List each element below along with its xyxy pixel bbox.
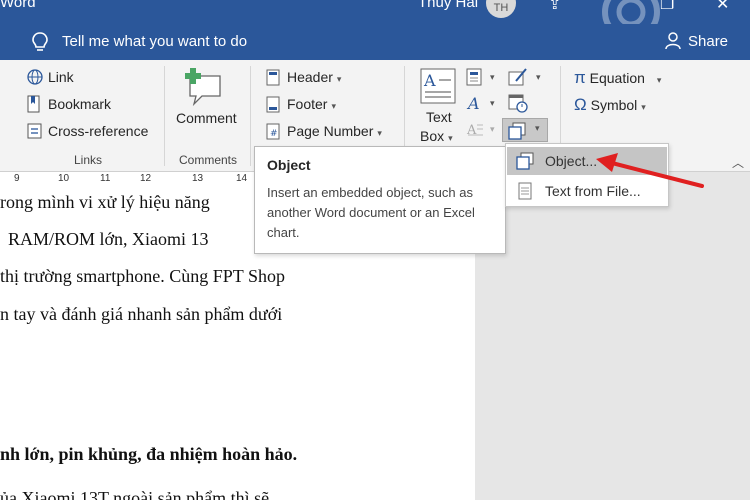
footer-icon xyxy=(266,96,280,113)
page-number-button[interactable]: Page Number ▾ xyxy=(287,123,382,139)
user-name[interactable]: Thuy Hai xyxy=(418,0,478,11)
close-icon[interactable]: ✕ xyxy=(716,0,729,14)
bookmark-icon xyxy=(27,95,40,113)
chevron-down-icon: ▾ xyxy=(641,102,646,112)
object-tooltip: Object Insert an embedded object, such a… xyxy=(254,146,506,254)
chevron-down-icon: ▾ xyxy=(535,123,540,133)
drop-cap-icon[interactable]: A xyxy=(466,120,484,138)
symbol-label: Symbol xyxy=(590,97,638,113)
quick-parts-icon[interactable] xyxy=(466,68,482,86)
header-label: Header xyxy=(287,69,333,85)
group-divider xyxy=(164,66,165,166)
lightbulb-icon xyxy=(32,32,48,51)
svg-text:A: A xyxy=(466,94,480,112)
footer-label: Footer xyxy=(287,96,328,112)
chevron-down-icon[interactable]: ▾ xyxy=(490,72,495,83)
ruler-tick: 9 xyxy=(14,173,20,184)
tooltip-title: Object xyxy=(267,157,311,173)
cross-reference-icon xyxy=(27,123,42,139)
text-box-button[interactable]: Box ▾ xyxy=(420,128,453,144)
object-icon xyxy=(507,147,545,175)
tooltip-body: Insert an embedded object, such as anoth… xyxy=(267,185,475,240)
omega-icon: Ω xyxy=(574,95,587,114)
tell-me-input[interactable]: Tell me what you want to do xyxy=(62,33,247,50)
svg-text:#: # xyxy=(270,129,278,139)
text-box-label-top[interactable]: Text xyxy=(426,109,452,125)
svg-text:A: A xyxy=(466,123,477,138)
restore-icon[interactable]: ❐ xyxy=(660,0,674,14)
document-icon xyxy=(507,177,545,205)
links-group-label: Links xyxy=(73,153,102,167)
document-line: ủa Xiaomi 13T ngoài sản phẩm thì sẽ xyxy=(0,488,270,500)
red-arrow-annotation xyxy=(596,153,704,188)
chevron-down-icon[interactable]: ▾ xyxy=(490,98,495,109)
collapse-ribbon-icon[interactable]: ︿ xyxy=(732,154,744,171)
share-label: Share xyxy=(688,32,729,50)
header-icon xyxy=(266,69,280,86)
text-box-icon: A xyxy=(420,68,456,104)
ruler-tick: 10 xyxy=(58,173,70,184)
svg-text:A: A xyxy=(423,71,436,90)
object-icon xyxy=(508,122,526,140)
new-comment-icon xyxy=(185,68,221,107)
object-button[interactable]: ▾ xyxy=(502,118,548,142)
chevron-down-icon[interactable]: ▾ xyxy=(490,124,495,135)
upload-icon[interactable]: ⇪ xyxy=(548,0,561,14)
chevron-down-icon: ▾ xyxy=(448,133,453,143)
horizontal-ruler[interactable]: 9 10 11 12 13 14 xyxy=(0,172,255,186)
document-line: n tay và đánh giá nhanh sản phẩm dưới xyxy=(0,304,283,324)
link-button[interactable]: Link xyxy=(48,69,74,85)
equation-label: Equation xyxy=(589,70,645,86)
globe-link-icon xyxy=(27,69,43,85)
ruler-tick: 13 xyxy=(192,173,204,184)
person-icon xyxy=(665,32,681,50)
title-bar: Word Thuy Hai TH ⇪ ❐ ✕ xyxy=(0,0,750,24)
signature-line-icon[interactable] xyxy=(508,67,528,87)
ruler-tick: 12 xyxy=(140,173,152,184)
document-line: rong mình vi xử lý hiệu năng xyxy=(0,192,210,212)
chevron-down-icon[interactable]: ▾ xyxy=(536,72,541,83)
page-number-label: Page Number xyxy=(287,123,374,139)
app-title: Word xyxy=(0,0,36,11)
chevron-down-icon: ▾ xyxy=(331,101,336,111)
bookmark-button[interactable]: Bookmark xyxy=(48,96,111,112)
share-button[interactable]: Share xyxy=(664,32,728,50)
comments-group-label: Comments xyxy=(178,153,237,167)
tell-me-bar: Tell me what you want to do Share xyxy=(0,24,750,60)
chevron-down-icon: ▾ xyxy=(377,128,382,138)
header-button[interactable]: Header ▾ xyxy=(287,69,341,85)
wordart-icon[interactable]: A xyxy=(466,94,484,112)
pi-icon: π xyxy=(574,68,586,87)
ruler-tick: 14 xyxy=(236,173,248,184)
text-box-label-bottom: Box xyxy=(420,128,445,144)
chevron-down-icon: ▾ xyxy=(336,74,342,84)
page-number-icon: # xyxy=(266,123,280,140)
group-divider xyxy=(250,66,251,166)
document-line: RAM/ROM lớn, Xiaomi 13 xyxy=(8,229,209,249)
user-avatar[interactable]: TH xyxy=(486,0,516,18)
document-line: thị trường smartphone. Cùng FPT Shop xyxy=(0,266,285,286)
symbol-button[interactable]: Ω Symbol ▾ xyxy=(574,95,646,115)
chevron-down-icon: ▾ xyxy=(656,75,662,85)
date-time-icon[interactable] xyxy=(508,93,528,113)
equation-button[interactable]: π Equation ▾ xyxy=(574,68,661,88)
footer-button[interactable]: Footer ▾ xyxy=(287,96,336,112)
ruler-tick: 11 xyxy=(100,173,111,184)
comment-button[interactable]: Comment xyxy=(176,110,237,126)
document-heading: nh lớn, pin khủng, đa nhiệm hoàn hảo. xyxy=(0,444,298,464)
cross-reference-button[interactable]: Cross-reference xyxy=(48,123,148,139)
